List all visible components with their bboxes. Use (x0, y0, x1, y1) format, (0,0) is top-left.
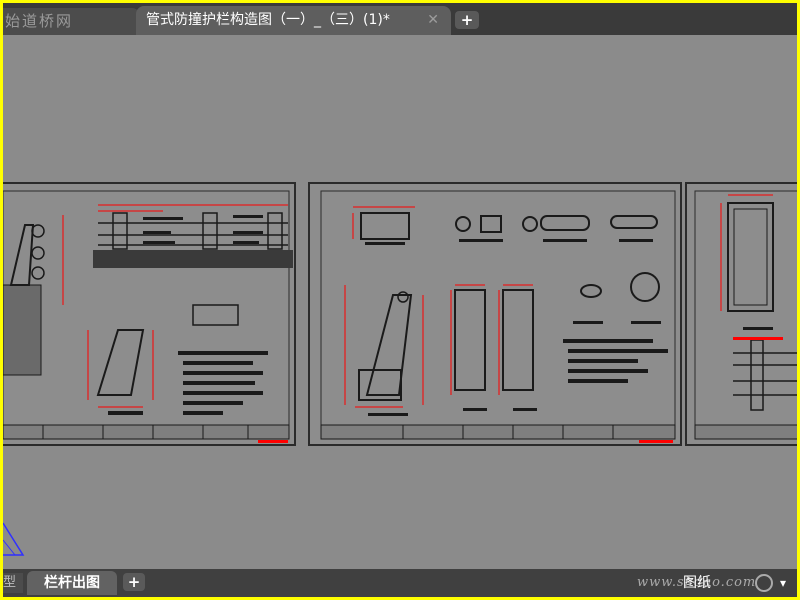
ucs-icon (3, 522, 25, 556)
document-tab-bar: 始道桥网 管式防撞护栏构造图（一）_（三）(1)* ✕ + (3, 3, 797, 35)
tab-layout-railing[interactable]: 栏杆出图 (27, 571, 117, 595)
drawing-sheets (3, 182, 797, 556)
tab-start[interactable]: 始道桥网 (3, 8, 140, 35)
sheet-two (308, 182, 682, 446)
tab-title: 管式防撞护栏构造图（一）_（三）(1)* (146, 12, 390, 28)
application-window: 始道桥网 管式防撞护栏构造图（一）_（三）(1)* ✕ + 型 栏杆出图 + 图… (3, 3, 797, 597)
tab-active-drawing[interactable]: 管式防撞护栏构造图（一）_（三）(1)* ✕ (136, 6, 451, 35)
zoom-icon[interactable] (755, 574, 773, 592)
close-icon[interactable]: ✕ (427, 6, 439, 35)
sheet-three (685, 182, 797, 446)
drawing-canvas[interactable] (3, 35, 797, 569)
sheet-one (3, 182, 296, 446)
tab-model[interactable]: 型 (3, 573, 23, 593)
new-tab-button[interactable]: + (455, 11, 479, 29)
watermark: www.shdao.com (637, 575, 757, 590)
chevron-down-icon[interactable]: ▾ (780, 573, 786, 593)
add-layout-button[interactable]: + (123, 573, 145, 591)
